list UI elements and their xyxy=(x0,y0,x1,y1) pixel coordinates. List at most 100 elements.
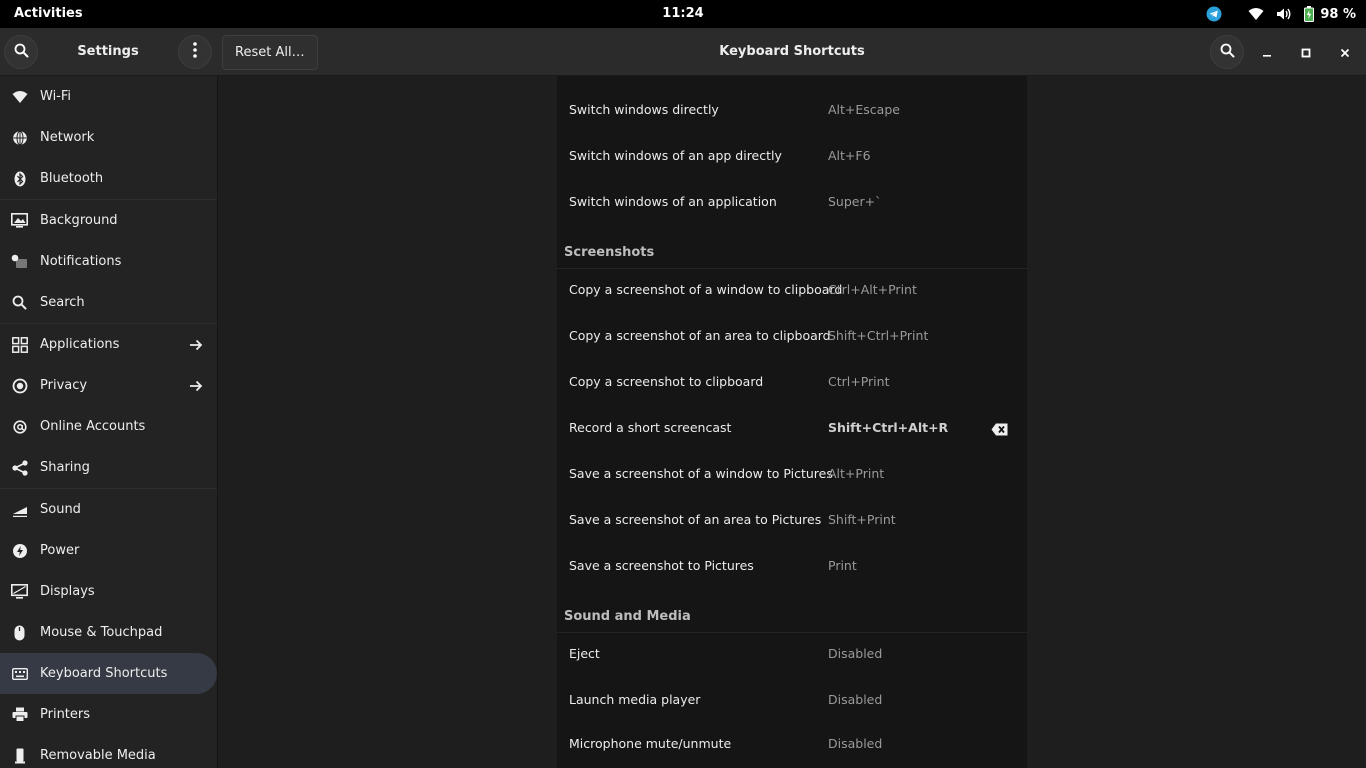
sidebar-item-label: Mouse & Touchpad xyxy=(40,625,163,640)
shortcut-row[interactable]: Switch windows of an app directly Alt+F6 xyxy=(557,134,1027,180)
wifi-icon xyxy=(11,88,28,105)
shortcut-accelerator: Shift+Print xyxy=(828,512,896,527)
bluetooth-icon xyxy=(11,170,28,187)
minimize-button[interactable] xyxy=(1253,38,1281,66)
notifications-icon xyxy=(11,253,28,270)
shortcut-row[interactable]: Launch media player Disabled xyxy=(557,678,1027,724)
shortcut-label: Switch windows of an app directly xyxy=(569,148,782,163)
sidebar-item-label: Bluetooth xyxy=(40,171,104,186)
sidebar: Wi-Fi Network Bluetooth Background Notif… xyxy=(0,76,218,768)
sidebar-item-label: Power xyxy=(40,543,80,558)
keyboard-icon xyxy=(11,665,28,682)
sidebar-item-label: Sound xyxy=(40,502,81,517)
system-tray[interactable]: 98 % xyxy=(1194,5,1356,23)
shortcut-row[interactable]: Switch windows directly Alt+Escape xyxy=(557,88,1027,134)
telegram-icon[interactable] xyxy=(1206,6,1222,22)
removable-media-icon xyxy=(11,747,28,764)
printer-icon xyxy=(11,706,28,723)
content-area: Switch windows directly Alt+Escape Switc… xyxy=(218,76,1366,768)
sidebar-item-label: Search xyxy=(40,295,85,310)
kebab-menu-icon xyxy=(193,42,197,62)
shortcut-label: Save a screenshot of an area to Pictures xyxy=(569,512,822,527)
sidebar-item-label: Printers xyxy=(40,707,91,722)
shortcut-accelerator: Ctrl+Print xyxy=(828,374,890,389)
sidebar-item-power[interactable]: Power xyxy=(0,530,217,571)
sidebar-item-keyboard-shortcuts[interactable]: Keyboard Shortcuts xyxy=(0,653,217,694)
sidebar-item-printers[interactable]: Printers xyxy=(0,694,217,735)
sidebar-item-label: Displays xyxy=(40,584,95,599)
sidebar-item-label: Wi-Fi xyxy=(40,89,72,104)
background-icon xyxy=(11,212,28,229)
minimize-icon xyxy=(1262,43,1272,62)
close-button[interactable] xyxy=(1331,38,1359,66)
close-icon xyxy=(1340,43,1350,62)
search-icon xyxy=(1220,43,1235,62)
reset-all-button[interactable]: Reset All… xyxy=(222,35,318,70)
sidebar-item-privacy[interactable]: Privacy xyxy=(0,365,217,406)
shortcut-row[interactable]: Save a screenshot of a window to Picture… xyxy=(557,452,1027,498)
shortcut-search-button[interactable] xyxy=(1210,35,1244,69)
section-title-sound-media: Sound and Media xyxy=(564,609,691,624)
sidebar-item-wifi[interactable]: Wi-Fi xyxy=(0,76,217,117)
shortcut-label: Copy a screenshot of an area to clipboar… xyxy=(569,328,831,343)
shortcut-accelerator: Alt+Escape xyxy=(828,102,900,117)
sidebar-item-background[interactable]: Background xyxy=(0,200,217,241)
top-panel: Activities 11:24 98 % xyxy=(0,0,1366,28)
sidebar-item-sharing[interactable]: Sharing xyxy=(0,447,217,488)
shortcut-row[interactable]: Save a screenshot to Pictures Print xyxy=(557,544,1027,590)
battery-icon[interactable] xyxy=(1304,6,1315,22)
arrow-right-icon xyxy=(188,337,204,353)
volume-icon[interactable] xyxy=(1276,7,1292,21)
search-icon xyxy=(14,43,29,62)
sidebar-item-online-accounts[interactable]: Online Accounts xyxy=(0,406,217,447)
maximize-icon xyxy=(1301,43,1311,62)
sidebar-item-search[interactable]: Search xyxy=(0,282,217,323)
sidebar-search-button[interactable] xyxy=(4,35,38,69)
shortcut-row[interactable]: Copy a screenshot of a window to clipboa… xyxy=(557,268,1027,314)
display-icon xyxy=(11,583,28,600)
shortcut-row[interactable]: Switch windows of an application Super+` xyxy=(557,180,1027,226)
battery-percentage[interactable]: 98 % xyxy=(1320,7,1356,22)
shortcut-accelerator: Disabled xyxy=(828,736,883,751)
shortcut-row[interactable]: Copy a screenshot to clipboard Ctrl+Prin… xyxy=(557,360,1027,406)
main-menu-button[interactable] xyxy=(178,35,212,69)
shortcut-accelerator: Print xyxy=(828,558,857,573)
header-bar: Settings Reset All… Keyboard Shortcuts xyxy=(0,28,1366,76)
sidebar-item-label: Network xyxy=(40,130,95,145)
shortcut-label: Save a screenshot to Pictures xyxy=(569,558,754,573)
sidebar-item-displays[interactable]: Displays xyxy=(0,571,217,612)
privacy-icon xyxy=(11,377,28,394)
shortcut-label: Switch windows of an application xyxy=(569,194,777,209)
shortcut-row[interactable]: Save a screenshot of an area to Pictures… xyxy=(557,498,1027,544)
maximize-button[interactable] xyxy=(1292,38,1320,66)
activities-button[interactable]: Activities xyxy=(14,6,83,21)
sidebar-item-bluetooth[interactable]: Bluetooth xyxy=(0,158,217,199)
clock-container: 11:24 xyxy=(0,6,1366,21)
shortcut-label: Microphone mute/unmute xyxy=(569,736,732,751)
wifi-icon[interactable] xyxy=(1248,7,1264,21)
sidebar-item-network[interactable]: Network xyxy=(0,117,217,158)
reset-shortcut-icon[interactable] xyxy=(991,421,1009,436)
shortcut-label: Eject xyxy=(569,646,600,661)
shortcut-row[interactable]: Microphone mute/unmute Disabled xyxy=(557,722,1027,768)
sidebar-item-applications[interactable]: Applications xyxy=(0,324,217,365)
shortcut-row[interactable]: Eject Disabled xyxy=(557,632,1027,678)
sidebar-item-removable-media[interactable]: Removable Media xyxy=(0,735,217,768)
shortcut-accelerator: Alt+F6 xyxy=(828,148,871,163)
shortcut-row[interactable]: Copy a screenshot of an area to clipboar… xyxy=(557,314,1027,360)
sidebar-item-label: Notifications xyxy=(40,254,122,269)
page-title: Keyboard Shortcuts xyxy=(719,44,865,59)
shortcut-label: Record a short screencast xyxy=(569,420,732,435)
shortcut-label: Switch windows directly xyxy=(569,102,719,117)
shortcut-label: Copy a screenshot of a window to clipboa… xyxy=(569,282,843,297)
shortcut-list[interactable]: Switch windows directly Alt+Escape Switc… xyxy=(557,76,1027,768)
power-icon xyxy=(11,542,28,559)
sidebar-item-sound[interactable]: Sound xyxy=(0,489,217,530)
sidebar-item-label: Removable Media xyxy=(40,748,156,763)
sidebar-item-notifications[interactable]: Notifications xyxy=(0,241,217,282)
shortcut-label: Launch media player xyxy=(569,692,701,707)
sidebar-item-mouse-touchpad[interactable]: Mouse & Touchpad xyxy=(0,612,217,653)
clock[interactable]: 11:24 xyxy=(662,6,703,21)
section-title-screenshots: Screenshots xyxy=(564,245,655,260)
shortcut-row[interactable]: Record a short screencast Shift+Ctrl+Alt… xyxy=(557,406,1027,452)
